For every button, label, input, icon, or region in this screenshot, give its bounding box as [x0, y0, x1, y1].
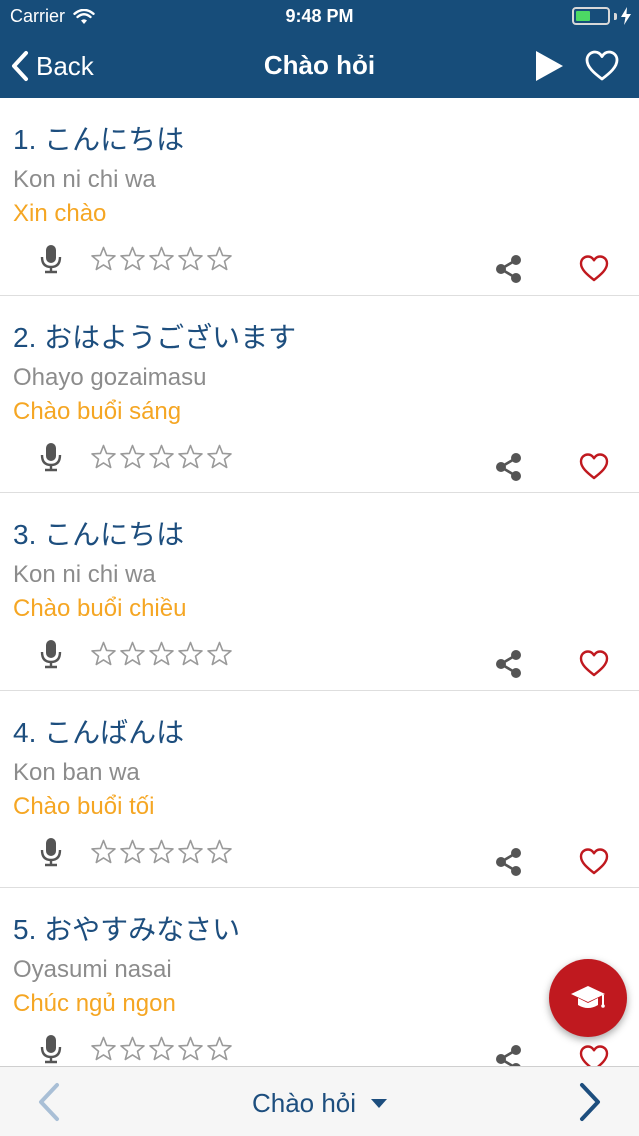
back-button[interactable]: Back	[10, 46, 94, 86]
rating-star-icon[interactable]	[119, 246, 146, 272]
phrase-meaning: Chào buổi chiều	[13, 595, 187, 622]
rating-star-icon[interactable]	[177, 1036, 204, 1062]
rating-star-icon[interactable]	[206, 839, 233, 865]
phrase-romaji: Oyasumi nasai	[13, 956, 172, 983]
graduation-cap-icon	[571, 986, 605, 1008]
topic-selector[interactable]: Chào hỏi	[220, 1085, 420, 1121]
rating-star-icon[interactable]	[206, 1036, 233, 1062]
microphone-icon[interactable]	[38, 837, 64, 867]
phrase-meaning: Chào buổi sáng	[13, 397, 182, 425]
rating-star-icon[interactable]	[90, 839, 117, 865]
rating-star-icon[interactable]	[177, 444, 204, 470]
chevron-right-icon	[580, 1083, 600, 1121]
favorite-heart-icon[interactable]	[578, 451, 610, 481]
phrase-item[interactable]: 3. こんにちは Kon ni chi wa Chào buổi chiều	[0, 493, 639, 691]
phrase-item[interactable]: 1. こんにちは Kon ni chi wa Xin chào	[0, 98, 639, 296]
pronunciation-rating	[90, 1036, 233, 1062]
microphone-icon[interactable]	[38, 1034, 64, 1064]
phrase-japanese: 1. こんにちは	[13, 124, 185, 155]
microphone-icon[interactable]	[38, 639, 64, 669]
phrase-romaji: Kon ni chi wa	[13, 561, 156, 588]
pronunciation-rating	[90, 444, 233, 470]
rating-star-icon[interactable]	[148, 444, 175, 470]
phrase-item[interactable]: 4. こんばんは Kon ban wa Chào buổi tối	[0, 691, 639, 888]
share-icon[interactable]	[494, 847, 524, 877]
rating-star-icon[interactable]	[206, 246, 233, 272]
rating-star-icon[interactable]	[177, 246, 204, 272]
favorite-heart-icon[interactable]	[578, 846, 610, 876]
rating-star-icon[interactable]	[90, 641, 117, 667]
play-all-button[interactable]	[531, 48, 567, 84]
rating-star-icon[interactable]	[119, 444, 146, 470]
rating-star-icon[interactable]	[148, 839, 175, 865]
phrase-item[interactable]: 5. おやすみなさい Oyasumi nasai Chúc ngủ ngon	[0, 888, 639, 1066]
pronunciation-rating	[90, 839, 233, 865]
rating-star-icon[interactable]	[119, 1036, 146, 1062]
favorite-heart-icon[interactable]	[578, 648, 610, 678]
study-mode-fab[interactable]	[549, 959, 627, 1037]
rating-star-icon[interactable]	[177, 641, 204, 667]
phrase-japanese: 2. おはようございます	[13, 321, 297, 353]
topic-label: Chào hỏi	[251, 1087, 357, 1118]
share-icon[interactable]	[494, 649, 524, 679]
caret-down-icon	[371, 1099, 388, 1108]
rating-star-icon[interactable]	[148, 1036, 175, 1062]
pronunciation-rating	[90, 641, 233, 667]
bottom-toolbar: Chào hỏi	[0, 1066, 639, 1136]
phrase-meaning: Chào buổi tối	[13, 792, 155, 820]
favorite-heart-icon[interactable]	[578, 1043, 610, 1066]
phrase-romaji: Kon ban wa	[13, 758, 140, 786]
play-icon	[536, 51, 563, 81]
rating-star-icon[interactable]	[90, 444, 117, 470]
rating-star-icon[interactable]	[90, 246, 117, 272]
phrase-meaning: Chúc ngủ ngon	[13, 990, 176, 1017]
previous-topic-button[interactable]	[34, 1081, 64, 1123]
back-label: Back	[36, 50, 94, 81]
rating-star-icon[interactable]	[148, 246, 175, 272]
phrase-meaning: Xin chào	[13, 200, 107, 227]
header: Carrier 9:48 PM Back Chào hỏi	[0, 0, 639, 98]
phrase-japanese: 3. こんにちは	[13, 519, 185, 550]
chevron-left-icon	[12, 51, 28, 81]
rating-star-icon[interactable]	[206, 641, 233, 667]
charging-bolt-icon	[621, 7, 631, 25]
microphone-icon[interactable]	[38, 244, 64, 274]
phrase-romaji: Kon ni chi wa	[13, 166, 156, 193]
phrase-romaji: Ohayo gozaimasu	[13, 363, 207, 391]
share-icon[interactable]	[494, 1044, 524, 1066]
navigation-bar: Back Chào hỏi	[0, 34, 639, 98]
battery-indicator	[572, 7, 631, 25]
rating-star-icon[interactable]	[177, 839, 204, 865]
share-icon[interactable]	[494, 452, 524, 482]
phrase-list[interactable]: 1. こんにちは Kon ni chi wa Xin chào 2. おはようございま…	[0, 98, 639, 1066]
app-screen: Carrier 9:48 PM Back Chào hỏi 1. こんにちは K…	[0, 0, 639, 1136]
share-icon[interactable]	[494, 254, 524, 284]
phrase-japanese: 4. こんばんは	[13, 716, 185, 748]
chevron-left-icon	[39, 1083, 59, 1121]
rating-star-icon[interactable]	[119, 839, 146, 865]
phrase-item[interactable]: 2. おはようございます Ohayo gozaimasu Chào buổi sán…	[0, 296, 639, 493]
favorites-button[interactable]	[584, 48, 620, 84]
favorite-heart-icon[interactable]	[578, 253, 610, 283]
battery-icon	[572, 7, 610, 25]
rating-star-icon[interactable]	[119, 641, 146, 667]
rating-star-icon[interactable]	[148, 641, 175, 667]
pronunciation-rating	[90, 246, 233, 272]
phrase-japanese: 5. おやすみなさい	[13, 914, 241, 945]
status-bar: Carrier 9:48 PM	[0, 0, 639, 34]
microphone-icon[interactable]	[38, 442, 64, 472]
next-topic-button[interactable]	[575, 1081, 605, 1123]
heart-icon	[585, 50, 619, 81]
rating-star-icon[interactable]	[90, 1036, 117, 1062]
status-time: 9:48 PM	[285, 6, 354, 26]
rating-star-icon[interactable]	[206, 444, 233, 470]
